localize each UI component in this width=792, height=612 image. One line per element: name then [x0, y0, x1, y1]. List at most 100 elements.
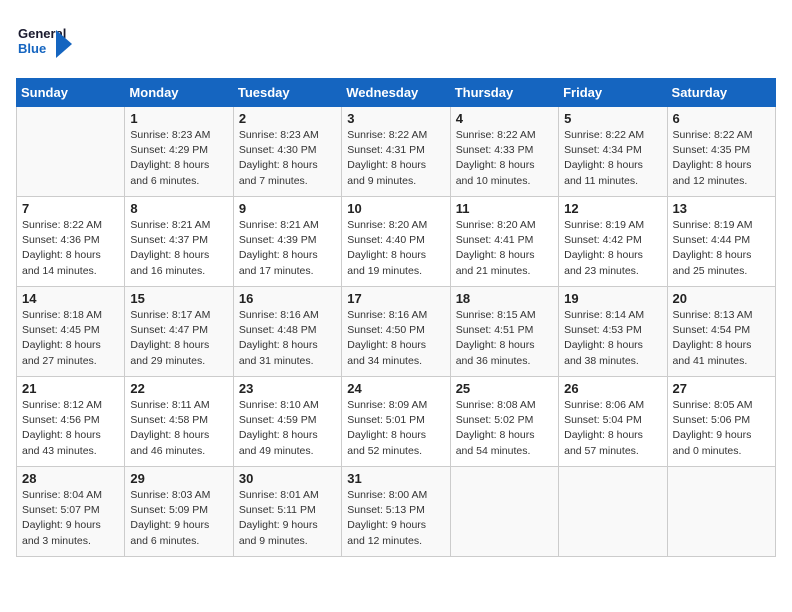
day-number: 26 [564, 381, 661, 396]
calendar-cell: 13 Sunrise: 8:19 AM Sunset: 4:44 PM Dayli… [667, 197, 775, 287]
calendar-cell: 6 Sunrise: 8:22 AM Sunset: 4:35 PM Daylig… [667, 107, 775, 197]
day-detail: Sunrise: 8:22 AM Sunset: 4:33 PM Dayligh… [456, 128, 553, 189]
calendar-cell: 30 Sunrise: 8:01 AM Sunset: 5:11 PM Dayli… [233, 467, 341, 557]
day-detail: Sunrise: 8:06 AM Sunset: 5:04 PM Dayligh… [564, 398, 661, 459]
calendar-cell [559, 467, 667, 557]
day-detail: Sunrise: 8:08 AM Sunset: 5:02 PM Dayligh… [456, 398, 553, 459]
day-detail: Sunrise: 8:05 AM Sunset: 5:06 PM Dayligh… [673, 398, 770, 459]
calendar-cell: 4 Sunrise: 8:22 AM Sunset: 4:33 PM Daylig… [450, 107, 558, 197]
calendar-cell: 16 Sunrise: 8:16 AM Sunset: 4:48 PM Dayli… [233, 287, 341, 377]
day-number: 2 [239, 111, 336, 126]
day-number: 10 [347, 201, 444, 216]
day-detail: Sunrise: 8:18 AM Sunset: 4:45 PM Dayligh… [22, 308, 119, 369]
day-detail: Sunrise: 8:22 AM Sunset: 4:34 PM Dayligh… [564, 128, 661, 189]
logo: General Blue [16, 16, 72, 68]
day-detail: Sunrise: 8:13 AM Sunset: 4:54 PM Dayligh… [673, 308, 770, 369]
calendar-cell: 20Sunrise: 8:13 AM Sunset: 4:54 PM Dayli… [667, 287, 775, 377]
calendar-cell: 14Sunrise: 8:18 AM Sunset: 4:45 PM Dayli… [17, 287, 125, 377]
calendar-cell: 17 Sunrise: 8:16 AM Sunset: 4:50 PM Dayli… [342, 287, 450, 377]
calendar-cell: 19 Sunrise: 8:14 AM Sunset: 4:53 PM Dayli… [559, 287, 667, 377]
day-number: 31 [347, 471, 444, 486]
calendar-week-row: 21 Sunrise: 8:12 AM Sunset: 4:56 PM Dayli… [17, 377, 776, 467]
day-number: 12 [564, 201, 661, 216]
calendar-cell: 7 Sunrise: 8:22 AM Sunset: 4:36 PM Daylig… [17, 197, 125, 287]
calendar-cell: 23 Sunrise: 8:10 AM Sunset: 4:59 PM Dayli… [233, 377, 341, 467]
day-number: 19 [564, 291, 661, 306]
calendar-table: SundayMondayTuesdayWednesdayThursdayFrid… [16, 78, 776, 557]
day-number: 11 [456, 201, 553, 216]
day-detail: Sunrise: 8:16 AM Sunset: 4:48 PM Dayligh… [239, 308, 336, 369]
day-number: 21 [22, 381, 119, 396]
calendar-week-row: 7 Sunrise: 8:22 AM Sunset: 4:36 PM Daylig… [17, 197, 776, 287]
day-detail: Sunrise: 8:20 AM Sunset: 4:41 PM Dayligh… [456, 218, 553, 279]
day-number: 7 [22, 201, 119, 216]
calendar-cell: 28 Sunrise: 8:04 AM Sunset: 5:07 PM Dayli… [17, 467, 125, 557]
day-detail: Sunrise: 8:22 AM Sunset: 4:31 PM Dayligh… [347, 128, 444, 189]
day-detail: Sunrise: 8:21 AM Sunset: 4:39 PM Dayligh… [239, 218, 336, 279]
day-number: 18 [456, 291, 553, 306]
calendar-cell: 25 Sunrise: 8:08 AM Sunset: 5:02 PM Dayli… [450, 377, 558, 467]
day-number: 13 [673, 201, 770, 216]
day-number: 28 [22, 471, 119, 486]
day-number: 27 [673, 381, 770, 396]
calendar-cell: 22Sunrise: 8:11 AM Sunset: 4:58 PM Dayli… [125, 377, 233, 467]
calendar-cell: 26 Sunrise: 8:06 AM Sunset: 5:04 PM Dayli… [559, 377, 667, 467]
svg-text:Blue: Blue [18, 41, 46, 56]
day-number: 24 [347, 381, 444, 396]
calendar-cell: 21 Sunrise: 8:12 AM Sunset: 4:56 PM Dayli… [17, 377, 125, 467]
day-number: 22 [130, 381, 227, 396]
calendar-cell: 24 Sunrise: 8:09 AM Sunset: 5:01 PM Dayli… [342, 377, 450, 467]
day-detail: Sunrise: 8:09 AM Sunset: 5:01 PM Dayligh… [347, 398, 444, 459]
day-detail: Sunrise: 8:00 AM Sunset: 5:13 PM Dayligh… [347, 488, 444, 549]
day-detail: Sunrise: 8:23 AM Sunset: 4:30 PM Dayligh… [239, 128, 336, 189]
calendar-week-row: 14Sunrise: 8:18 AM Sunset: 4:45 PM Dayli… [17, 287, 776, 377]
weekday-header: Tuesday [233, 79, 341, 107]
calendar-cell: 2 Sunrise: 8:23 AM Sunset: 4:30 PM Daylig… [233, 107, 341, 197]
calendar-cell: 18 Sunrise: 8:15 AM Sunset: 4:51 PM Dayli… [450, 287, 558, 377]
day-detail: Sunrise: 8:10 AM Sunset: 4:59 PM Dayligh… [239, 398, 336, 459]
day-number: 6 [673, 111, 770, 126]
calendar-cell [17, 107, 125, 197]
day-number: 23 [239, 381, 336, 396]
day-number: 30 [239, 471, 336, 486]
weekday-header: Thursday [450, 79, 558, 107]
calendar-cell [667, 467, 775, 557]
day-number: 9 [239, 201, 336, 216]
weekday-header: Monday [125, 79, 233, 107]
day-number: 1 [130, 111, 227, 126]
weekday-header: Sunday [17, 79, 125, 107]
calendar-cell: 10 Sunrise: 8:20 AM Sunset: 4:40 PM Dayli… [342, 197, 450, 287]
day-detail: Sunrise: 8:12 AM Sunset: 4:56 PM Dayligh… [22, 398, 119, 459]
calendar-cell [450, 467, 558, 557]
calendar-cell: 8Sunrise: 8:21 AM Sunset: 4:37 PM Daylig… [125, 197, 233, 287]
day-number: 5 [564, 111, 661, 126]
day-detail: Sunrise: 8:15 AM Sunset: 4:51 PM Dayligh… [456, 308, 553, 369]
day-number: 16 [239, 291, 336, 306]
day-detail: Sunrise: 8:01 AM Sunset: 5:11 PM Dayligh… [239, 488, 336, 549]
day-number: 4 [456, 111, 553, 126]
calendar-cell: 9 Sunrise: 8:21 AM Sunset: 4:39 PM Daylig… [233, 197, 341, 287]
calendar-cell: 1Sunrise: 8:23 AM Sunset: 4:29 PM Daylig… [125, 107, 233, 197]
day-number: 15 [130, 291, 227, 306]
calendar-cell: 15 Sunrise: 8:17 AM Sunset: 4:47 PM Dayli… [125, 287, 233, 377]
day-number: 17 [347, 291, 444, 306]
calendar-cell: 31 Sunrise: 8:00 AM Sunset: 5:13 PM Dayli… [342, 467, 450, 557]
day-detail: Sunrise: 8:04 AM Sunset: 5:07 PM Dayligh… [22, 488, 119, 549]
day-detail: Sunrise: 8:17 AM Sunset: 4:47 PM Dayligh… [130, 308, 227, 369]
calendar-cell: 11 Sunrise: 8:20 AM Sunset: 4:41 PM Dayli… [450, 197, 558, 287]
day-detail: Sunrise: 8:22 AM Sunset: 4:36 PM Dayligh… [22, 218, 119, 279]
day-number: 29 [130, 471, 227, 486]
calendar-cell: 12Sunrise: 8:19 AM Sunset: 4:42 PM Dayli… [559, 197, 667, 287]
calendar-cell: 27 Sunrise: 8:05 AM Sunset: 5:06 PM Dayli… [667, 377, 775, 467]
logo-icon: General Blue [16, 16, 72, 68]
weekday-header: Wednesday [342, 79, 450, 107]
day-detail: Sunrise: 8:14 AM Sunset: 4:53 PM Dayligh… [564, 308, 661, 369]
calendar-header-row: SundayMondayTuesdayWednesdayThursdayFrid… [17, 79, 776, 107]
day-number: 25 [456, 381, 553, 396]
day-detail: Sunrise: 8:21 AM Sunset: 4:37 PM Dayligh… [130, 218, 227, 279]
day-detail: Sunrise: 8:19 AM Sunset: 4:44 PM Dayligh… [673, 218, 770, 279]
day-detail: Sunrise: 8:20 AM Sunset: 4:40 PM Dayligh… [347, 218, 444, 279]
day-detail: Sunrise: 8:22 AM Sunset: 4:35 PM Dayligh… [673, 128, 770, 189]
calendar-cell: 3Sunrise: 8:22 AM Sunset: 4:31 PM Daylig… [342, 107, 450, 197]
day-detail: Sunrise: 8:16 AM Sunset: 4:50 PM Dayligh… [347, 308, 444, 369]
